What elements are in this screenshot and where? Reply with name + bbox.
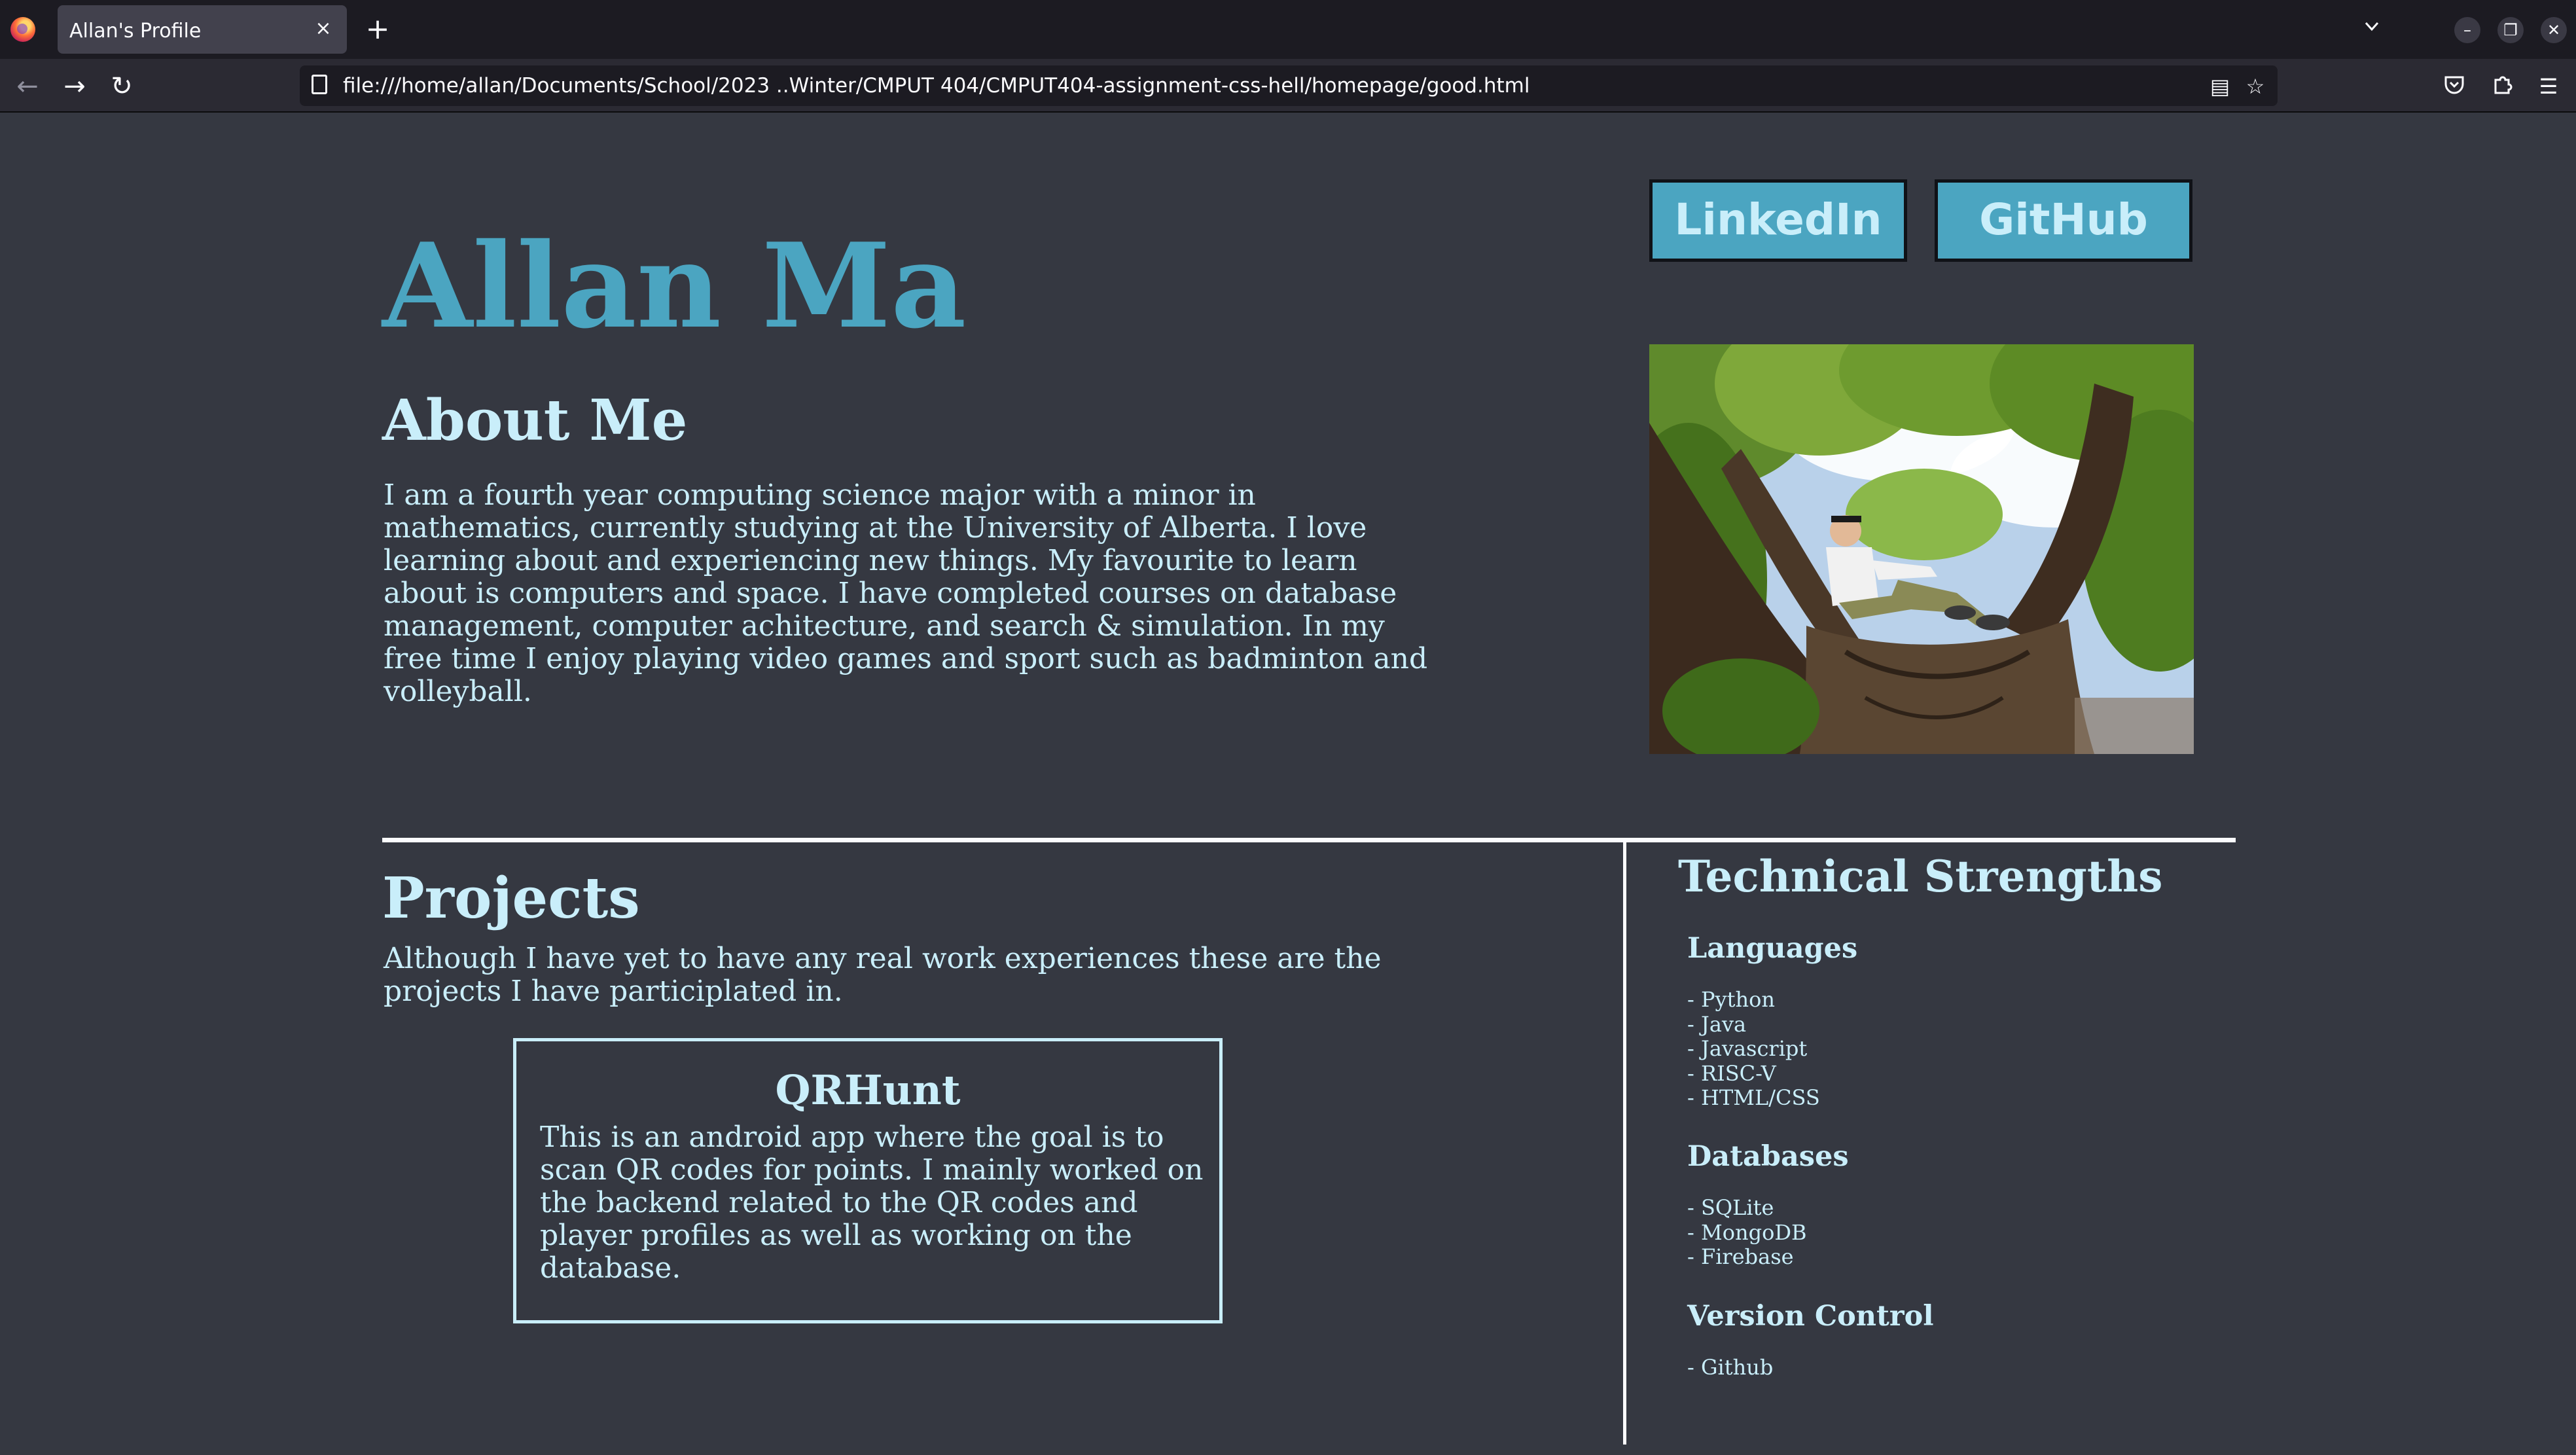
new-tab-button[interactable]: + xyxy=(361,13,394,46)
list-item: - HTML/CSS xyxy=(1687,1085,1820,1110)
list-item: - Firebase xyxy=(1687,1244,1794,1269)
url-text[interactable]: file:///home/allan/Documents/School/2023… xyxy=(343,74,1530,98)
section-divider-horizontal xyxy=(382,838,2236,842)
page-document-icon xyxy=(312,75,327,94)
languages-heading: Languages xyxy=(1687,932,1858,965)
list-item: - Java xyxy=(1687,1011,1747,1037)
app-menu-hamburger-icon[interactable]: ☰ xyxy=(2535,73,2562,99)
linkedin-button[interactable]: LinkedIn xyxy=(1649,179,1907,262)
firefox-logo-icon xyxy=(10,17,35,42)
url-bar[interactable]: file:///home/allan/Documents/School/2023… xyxy=(300,65,2278,106)
list-all-tabs-chevron-icon[interactable] xyxy=(2356,14,2388,46)
extensions-puzzle-icon[interactable] xyxy=(2490,73,2516,99)
pocket-icon[interactable] xyxy=(2441,73,2467,99)
tab-title: Allan's Profile xyxy=(69,20,202,43)
browser-tab-bar: Allan's Profile × + – ❐ ✕ xyxy=(0,0,2576,59)
browser-tab-active[interactable]: Allan's Profile × xyxy=(58,5,347,54)
projects-intro: Although I have yet to have any real wor… xyxy=(384,942,1382,1008)
list-item: - Python xyxy=(1687,987,1775,1012)
list-item: - MongoDB xyxy=(1687,1219,1807,1245)
project-title: QRHunt xyxy=(775,1066,961,1114)
about-me-text: I am a fourth year computing science maj… xyxy=(384,478,1428,708)
version-control-heading: Version Control xyxy=(1687,1300,1934,1333)
reload-icon[interactable]: ↻ xyxy=(103,68,140,105)
bookmark-star-icon[interactable]: ☆ xyxy=(2242,73,2268,99)
about-me-heading: About Me xyxy=(382,387,688,454)
tab-close-icon[interactable]: × xyxy=(310,16,336,42)
projects-heading: Projects xyxy=(382,865,640,931)
version-control-list: - Github xyxy=(1687,1355,1774,1380)
forward-arrow-icon[interactable]: → xyxy=(56,68,93,105)
page-content: Allan Ma LinkedIn GitHub About Me I am a… xyxy=(0,114,2576,1455)
list-item: - Javascript xyxy=(1687,1036,1808,1061)
technical-strengths-heading: Technical Strengths xyxy=(1678,851,2163,902)
profile-photo xyxy=(1649,344,2194,754)
browser-nav-bar: ← → ↻ file:///home/allan/Documents/Schoo… xyxy=(0,59,2576,113)
list-item: - SQLite xyxy=(1687,1195,1774,1220)
databases-heading: Databases xyxy=(1687,1140,1849,1173)
project-card-qrhunt: QRHunt This is an android app where the … xyxy=(513,1038,1223,1323)
close-window-icon[interactable]: ✕ xyxy=(2541,17,2567,43)
list-item: - Github xyxy=(1687,1355,1774,1380)
list-item: - RISC-V xyxy=(1687,1060,1776,1086)
project-description: This is an android app where the goal is… xyxy=(540,1121,1204,1285)
page-title-name: Allan Ma xyxy=(382,217,967,354)
databases-list: - SQLite - MongoDB - Firebase xyxy=(1687,1195,1807,1270)
section-divider-vertical xyxy=(1623,842,1626,1445)
restore-window-icon[interactable]: ❐ xyxy=(2497,17,2524,43)
reader-view-icon[interactable]: ▤ xyxy=(2207,73,2233,99)
github-button[interactable]: GitHub xyxy=(1935,179,2192,262)
languages-list: - Python - Java - Javascript - RISC-V - … xyxy=(1687,987,1820,1111)
minimize-window-icon[interactable]: – xyxy=(2454,17,2480,43)
back-arrow-icon[interactable]: ← xyxy=(9,68,46,105)
